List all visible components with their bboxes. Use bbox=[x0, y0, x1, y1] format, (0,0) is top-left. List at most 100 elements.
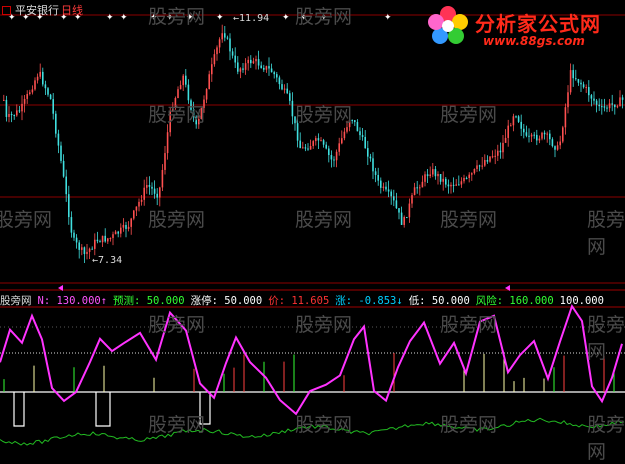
candle-body bbox=[234, 55, 236, 63]
candle-body bbox=[393, 196, 395, 201]
candle-body bbox=[377, 174, 379, 181]
candle-body bbox=[239, 68, 242, 72]
candle-body bbox=[221, 33, 223, 40]
candle-body bbox=[226, 37, 229, 39]
candle-body bbox=[265, 66, 268, 70]
candle-body bbox=[447, 184, 450, 187]
candle-body bbox=[312, 141, 314, 147]
candle-body bbox=[580, 82, 582, 85]
candle-body bbox=[78, 242, 80, 250]
candle-body bbox=[517, 116, 520, 122]
candle-body bbox=[572, 70, 574, 79]
candle-body bbox=[117, 231, 119, 234]
candle-body bbox=[205, 89, 208, 100]
high-price-label: ←11.94 bbox=[233, 13, 270, 24]
candle-body bbox=[16, 110, 18, 116]
candle-body bbox=[52, 99, 54, 114]
candle-body bbox=[250, 59, 252, 64]
candle-body bbox=[36, 76, 39, 81]
candle-body bbox=[481, 165, 483, 167]
candle-body bbox=[120, 227, 122, 234]
candle-body bbox=[187, 84, 190, 101]
menu-box-icon[interactable] bbox=[2, 5, 11, 15]
candle-body bbox=[543, 132, 546, 135]
candle-body bbox=[62, 160, 65, 177]
site-logo-name: 分析家公式网 bbox=[475, 12, 601, 36]
candle-body bbox=[309, 146, 312, 150]
candle-body bbox=[96, 239, 99, 242]
candle-body bbox=[445, 178, 447, 185]
candle-body bbox=[455, 184, 457, 186]
candle-body bbox=[497, 150, 499, 156]
candle-body bbox=[289, 93, 291, 101]
watermark: 股旁网 bbox=[148, 314, 206, 336]
candle-body bbox=[395, 200, 398, 209]
candle-body bbox=[356, 122, 359, 132]
signal-marker-icon: ✦ bbox=[282, 13, 290, 23]
candle-body bbox=[122, 224, 125, 228]
watermark: 股旁网 bbox=[148, 414, 206, 436]
candle-body bbox=[476, 165, 478, 169]
candle-body bbox=[107, 238, 109, 242]
candle-body bbox=[281, 84, 283, 90]
candle-body bbox=[299, 140, 301, 149]
candle-body bbox=[434, 169, 437, 177]
candle-body bbox=[429, 174, 431, 177]
candle-body bbox=[603, 106, 606, 108]
candle-body bbox=[10, 114, 13, 116]
candle-body bbox=[18, 110, 21, 112]
candle-body bbox=[510, 125, 512, 127]
candle-body bbox=[343, 131, 346, 139]
candle-body bbox=[494, 155, 496, 157]
candle-body bbox=[590, 95, 593, 99]
candle-body bbox=[387, 189, 390, 192]
candle-body bbox=[554, 146, 556, 150]
candle-body bbox=[619, 97, 621, 107]
signal-marker-icon: ✦ bbox=[120, 13, 128, 23]
indicator-item: 预测: 50.000 bbox=[113, 294, 185, 307]
watermark: 股旁网 bbox=[440, 104, 498, 126]
candle-body bbox=[460, 181, 463, 185]
watermark: 股旁网 bbox=[440, 314, 498, 336]
indicator-item: 风险: 160.000 bbox=[475, 294, 554, 307]
candle-body bbox=[127, 226, 130, 229]
candle-body bbox=[390, 191, 392, 197]
signal-marker-icon: ✦ bbox=[384, 13, 392, 23]
candle-body bbox=[507, 125, 509, 138]
candle-body bbox=[268, 66, 270, 69]
candle-body bbox=[148, 184, 151, 187]
candle-body bbox=[608, 103, 611, 109]
candle-body bbox=[161, 169, 164, 188]
candle-body bbox=[413, 187, 416, 196]
watermark: 股旁网 bbox=[148, 6, 206, 28]
candle-body bbox=[567, 92, 569, 108]
candle-body bbox=[5, 99, 8, 117]
candle-body bbox=[138, 201, 140, 207]
candle-body bbox=[49, 94, 52, 100]
indicator-values: N: 130.000↑ 预测: 50.000 涨停: 50.000 价: 11.605… bbox=[38, 293, 610, 308]
candle-body bbox=[112, 234, 114, 238]
candle-body bbox=[398, 208, 400, 213]
candle-body bbox=[229, 38, 231, 52]
watermark: 股旁网 bbox=[587, 414, 625, 463]
candle-body bbox=[595, 100, 598, 105]
candle-body bbox=[452, 184, 455, 186]
candle-body bbox=[471, 173, 473, 175]
candle-body bbox=[242, 68, 244, 70]
candle-body bbox=[70, 217, 73, 233]
candle-body bbox=[244, 63, 247, 70]
candle-body bbox=[361, 135, 364, 137]
candle-body bbox=[338, 143, 340, 152]
candle-body bbox=[140, 199, 143, 202]
candle-body bbox=[60, 145, 62, 161]
candle-body bbox=[525, 132, 528, 136]
candle-body bbox=[216, 47, 218, 55]
site-logo: 分析家公式网 www.88gs.com bbox=[425, 4, 623, 52]
candle-body bbox=[101, 235, 104, 243]
candle-body bbox=[99, 241, 101, 243]
candle-body bbox=[478, 165, 481, 167]
candle-body bbox=[354, 120, 356, 123]
candle-body bbox=[523, 128, 525, 133]
candle-body bbox=[39, 71, 41, 77]
candle-body bbox=[260, 65, 262, 68]
